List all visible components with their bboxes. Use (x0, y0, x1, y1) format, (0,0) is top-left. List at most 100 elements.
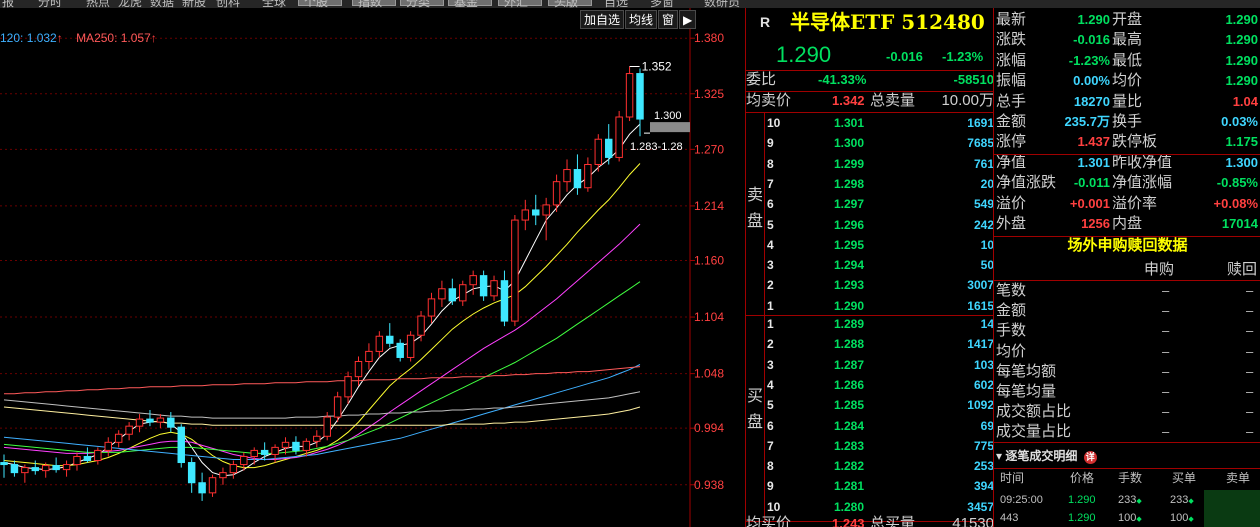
topbar-item-10[interactable]: 分类 (406, 0, 430, 8)
window-button[interactable]: 窗 (658, 10, 679, 29)
offsite-subscribe: – (1162, 283, 1170, 298)
candle-body (240, 455, 248, 466)
candle-body (479, 275, 488, 297)
ma-line-4 (3, 364, 641, 460)
candle-body (146, 418, 154, 423)
candle-body (271, 446, 279, 455)
stat-label: 净值涨幅 (1112, 174, 1173, 192)
stat-label: 跌停板 (1112, 133, 1158, 151)
buy-arrow-icon: ◆ (1136, 516, 1142, 523)
book-level: 8 (767, 459, 774, 474)
book-volume: 775 (973, 438, 994, 453)
offsite-label: 笔数 (996, 282, 1027, 299)
book-volume: 50 (980, 258, 994, 273)
book-level: 6 (767, 197, 774, 212)
redeem-header: 赎回 (1227, 261, 1258, 278)
price-change-pct: -1.23% (942, 49, 984, 64)
topbar-item-2[interactable]: 热点 (86, 0, 110, 8)
book-level: 3 (767, 357, 774, 372)
kline-chart-panel[interactable]: 1.380 1.325 1.270 1.214 1.160 1.104 1.048 0.994… (0, 8, 745, 527)
book-volume: 14 (980, 317, 994, 331)
topbar-item-11[interactable]: 基金 (454, 0, 478, 8)
book-price: 1.285 (834, 398, 865, 413)
stat-value: -0.011 (1073, 175, 1110, 191)
avg-buy-price: 1.243 (832, 516, 865, 527)
buy-arrow-icon: ◆ (1188, 516, 1194, 523)
trade-price: 1.290 (1068, 490, 1096, 510)
kline-chart[interactable]: 1.380 1.325 1.270 1.214 1.160 1.104 1.048 0.994… (0, 8, 745, 527)
trade-price-text: 1.290 (1068, 494, 1096, 506)
book-volume: 1092 (967, 398, 994, 413)
stat-label: 开盘 (1112, 11, 1143, 28)
stat-label: 换手 (1112, 113, 1143, 130)
trade-volume-text: 233 (1118, 494, 1137, 506)
offsite-subscribe: – (1162, 424, 1170, 440)
trade-time: 09:25:00 (1000, 490, 1043, 510)
trade-time-text: 09:25:00 (1000, 494, 1043, 506)
candle-body (427, 298, 436, 317)
stat-label: 金额 (996, 113, 1027, 130)
stat-label: 昨收净值 (1112, 153, 1173, 171)
ma-line-2 (3, 223, 641, 460)
topbar-item-14[interactable]: 自选 (604, 0, 628, 8)
subscribe-header: 申购 (1144, 261, 1175, 278)
price-tick-label: 1.048 (694, 367, 724, 381)
topbar-item-6[interactable]: 创科 (216, 0, 240, 8)
collapse-arrow-icon[interactable]: ▾ (996, 449, 1002, 463)
offsite-redeem: – (1246, 343, 1254, 359)
high-label: 1.352 (642, 59, 672, 73)
trades-col-buy: 买单 (1172, 471, 1197, 485)
stat-label: 最高 (1112, 31, 1143, 49)
book-price: 1.284 (834, 418, 865, 433)
book-level: 5 (767, 217, 774, 232)
candle-body (604, 138, 613, 158)
book-level: 3 (767, 258, 774, 273)
price-tick-label: 0.938 (694, 478, 724, 492)
topbar-item-0[interactable]: 报 (2, 0, 14, 8)
trade-time: 443 (1000, 508, 1018, 527)
topbar-item-3[interactable]: 龙虎 (118, 0, 142, 8)
detail-badge-icon[interactable]: 详 (1083, 451, 1097, 464)
topbar-item-15[interactable]: 多窗 (650, 0, 674, 8)
topbar-item-13[interactable]: 头版 (554, 0, 578, 8)
stat-label: 总手 (996, 92, 1027, 110)
book-level: 1 (767, 317, 774, 331)
offsite-label: 手数 (996, 322, 1027, 340)
candle-body (302, 440, 311, 451)
ma-button[interactable]: 均线 (625, 10, 658, 29)
candle-body (21, 467, 29, 474)
security-name: 半导体ETF 512480 (790, 10, 985, 34)
add-watchlist-button[interactable]: 加自选 (580, 10, 625, 29)
book-price: 1.299 (834, 156, 865, 171)
topbar-item-12[interactable]: 外汇 (504, 0, 528, 8)
topbar-item-5[interactable]: 新股 (182, 0, 206, 8)
candle-body (292, 441, 300, 451)
stat-value: 1.301 (1077, 154, 1110, 170)
book-price: 1.289 (834, 317, 865, 331)
book-price: 1.287 (834, 357, 865, 372)
book-price: 1.281 (834, 479, 865, 494)
stat-label: 内盘 (1112, 215, 1143, 232)
book-level: 2 (767, 278, 774, 293)
avg-sell-label: 均卖价 (746, 92, 792, 109)
book-price: 1.293 (834, 278, 865, 293)
book-level: 7 (767, 176, 774, 191)
offsite-redeem: – (1246, 404, 1254, 420)
topbar-item-1[interactable]: 分时 (38, 0, 62, 8)
candle-body (208, 477, 217, 494)
topbar-item-9[interactable]: 指数 (358, 0, 382, 8)
topbar-item-4[interactable]: 数据 (150, 0, 174, 8)
book-price: 1.294 (834, 258, 865, 273)
topbar-item-7[interactable]: 全球 (262, 0, 286, 8)
offsite-redeem: – (1246, 424, 1254, 440)
r-badge: R (760, 14, 771, 30)
offsite-label: 均价 (996, 342, 1027, 360)
trades-col-vol: 手数 (1118, 471, 1143, 485)
next-arrow-icon[interactable]: ▶ (679, 10, 697, 29)
book-price: 1.283 (834, 438, 865, 453)
topbar-item-8[interactable]: 个股 (304, 0, 328, 8)
offsite-label: 金额 (996, 302, 1027, 320)
trades-header[interactable]: ▾ 逐笔成交明细 详 (996, 446, 1097, 466)
candle-body (31, 467, 40, 472)
topbar-item-16[interactable]: 数研员 (704, 0, 740, 8)
